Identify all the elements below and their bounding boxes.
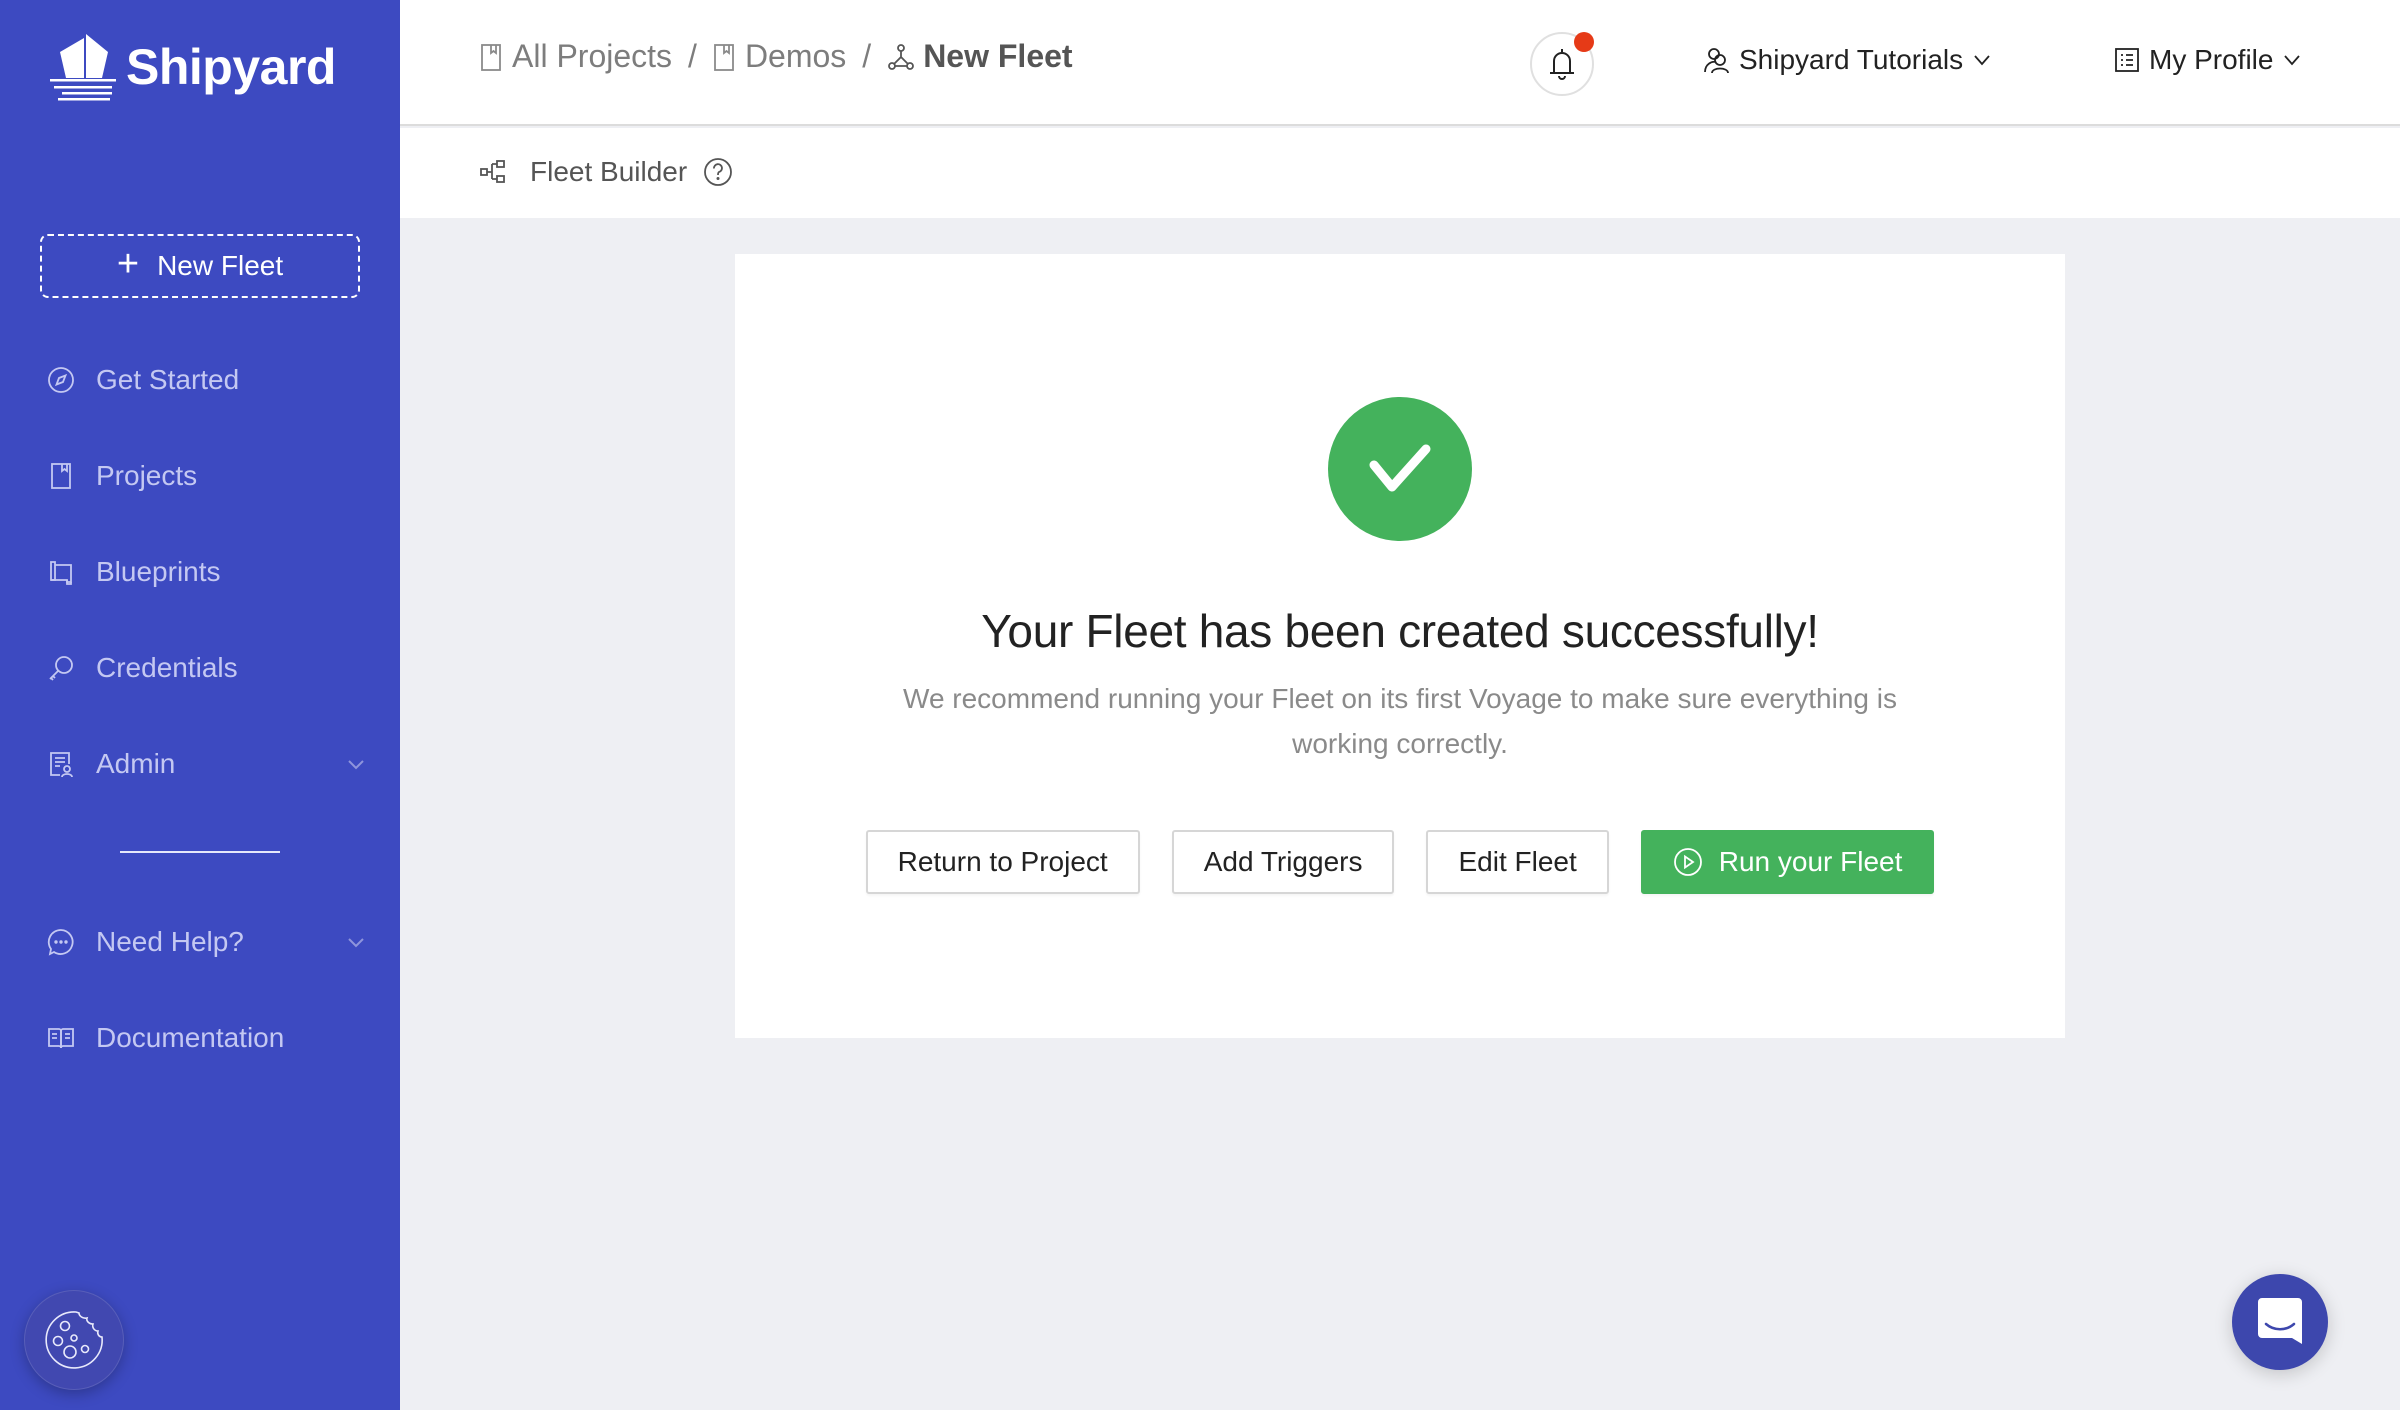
breadcrumb-label: Demos xyxy=(744,38,847,74)
sidebar-item-label: Documentation xyxy=(96,1022,285,1053)
breadcrumb-separator: / xyxy=(688,38,697,74)
breadcrumb-demos[interactable]: Demos xyxy=(713,38,846,75)
fleet-tree-icon xyxy=(480,160,505,183)
bookmark-book-icon xyxy=(714,43,734,71)
chevron-down-icon xyxy=(1974,55,1990,66)
card-actions: Return to Project Add Triggers Edit Flee… xyxy=(735,830,2065,894)
breadcrumb-label: New Fleet xyxy=(923,38,1073,74)
breadcrumb-separator: / xyxy=(862,38,872,74)
cookie-settings-button[interactable] xyxy=(24,1290,124,1390)
organization-label: Shipyard Tutorials xyxy=(1739,44,1964,75)
help-circle-icon[interactable] xyxy=(703,157,733,187)
chevron-down-icon xyxy=(348,760,364,770)
sidebar-item-label: Need Help? xyxy=(96,926,244,957)
success-card: Your Fleet has been created successfully… xyxy=(735,254,2065,1038)
profile-menu[interactable]: My Profile xyxy=(2113,44,2301,76)
add-triggers-button[interactable]: Add Triggers xyxy=(1171,830,1395,894)
run-fleet-button[interactable]: Run your Fleet xyxy=(1640,830,1935,894)
cookie-icon xyxy=(45,1311,103,1369)
breadcrumb-new-fleet: New Fleet xyxy=(887,38,1073,75)
sidebar-item-label: Credentials xyxy=(96,652,238,683)
sidebar-item-label: Blueprints xyxy=(96,556,221,587)
return-to-project-button[interactable]: Return to Project xyxy=(865,830,1140,894)
edit-fleet-button[interactable]: Edit Fleet xyxy=(1426,830,1609,894)
users-icon xyxy=(1704,48,1729,74)
check-circle-icon xyxy=(1328,397,1472,541)
breadcrumb-all-projects[interactable]: All Projects xyxy=(480,38,672,75)
profile-label: My Profile xyxy=(2149,44,2274,75)
sidebar: Shipyard + New Fleet Get Started Project… xyxy=(0,0,400,1410)
chat-bubble-icon xyxy=(46,927,76,957)
bell-icon xyxy=(1550,49,1574,80)
notifications-button[interactable] xyxy=(1530,32,1594,96)
key-icon xyxy=(46,653,76,683)
bookmark-book-icon xyxy=(481,43,501,71)
ship-logo-icon xyxy=(50,34,116,101)
subheader-title: Fleet Builder xyxy=(530,156,688,187)
success-description: We recommend running your Fleet on its f… xyxy=(903,683,1897,759)
open-book-icon xyxy=(46,1023,76,1053)
brand-name: Shipyard xyxy=(126,39,336,95)
new-fleet-label: New Fleet xyxy=(157,250,284,281)
subheader: Fleet Builder xyxy=(400,128,2400,218)
admin-certificate-icon xyxy=(46,749,76,779)
play-circle-icon xyxy=(1673,848,1702,876)
fleet-builder-title: Fleet Builder xyxy=(480,156,733,188)
sidebar-item-get-started[interactable]: Get Started xyxy=(46,355,366,405)
chat-launcher-button[interactable] xyxy=(2232,1274,2328,1370)
chevron-down-icon xyxy=(2284,55,2301,66)
run-fleet-label: Run your Fleet xyxy=(1718,846,1903,877)
bookmark-book-icon xyxy=(46,461,76,491)
shipyard-logo[interactable]: Shipyard xyxy=(50,32,336,102)
organization-menu[interactable]: Shipyard Tutorials xyxy=(1703,44,1991,76)
sidebar-item-documentation[interactable]: Documentation xyxy=(46,1013,366,1063)
fleet-nodes-icon xyxy=(888,43,915,70)
sidebar-item-label: Get Started xyxy=(96,364,240,395)
success-title: Your Fleet has been created successfully… xyxy=(981,605,1819,657)
profile-list-icon xyxy=(2115,48,2139,72)
sidebar-item-projects[interactable]: Projects xyxy=(46,451,366,501)
breadcrumb: All Projects / Demos / New Fleet xyxy=(480,38,1073,75)
blueprint-scroll-icon xyxy=(46,557,76,587)
plus-icon: + xyxy=(116,243,140,285)
breadcrumb-label: All Projects xyxy=(512,38,673,74)
new-fleet-button[interactable]: + New Fleet xyxy=(40,234,360,298)
sidebar-item-label: Admin xyxy=(96,748,176,779)
compass-icon xyxy=(46,365,76,395)
chat-launcher-icon xyxy=(2258,1298,2302,1344)
top-header: All Projects / Demos / New Fleet Shipyar… xyxy=(400,0,2400,126)
sidebar-item-label: Projects xyxy=(96,460,198,491)
unread-notification-dot xyxy=(1574,32,1594,52)
sidebar-item-blueprints[interactable]: Blueprints xyxy=(46,547,366,597)
sidebar-item-admin[interactable]: Admin xyxy=(46,739,366,789)
sidebar-item-need-help[interactable]: Need Help? xyxy=(46,917,366,967)
sidebar-divider xyxy=(120,851,280,853)
chevron-down-icon xyxy=(348,938,364,948)
sidebar-item-credentials[interactable]: Credentials xyxy=(46,643,366,693)
